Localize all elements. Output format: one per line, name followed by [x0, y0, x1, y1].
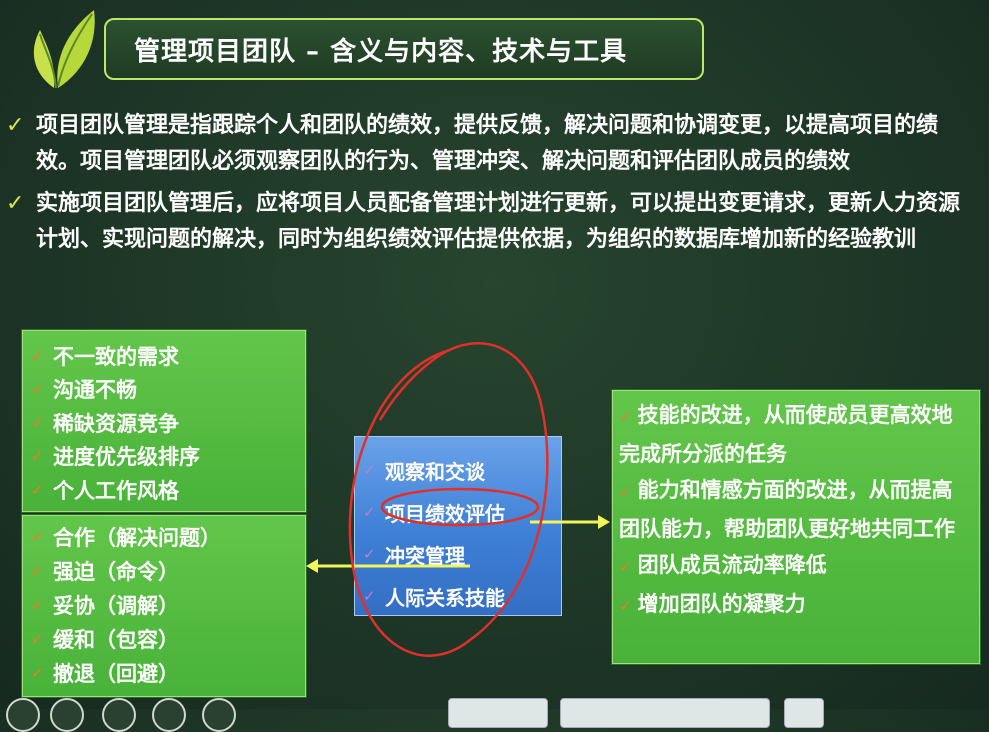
list-item-label: 强迫（命令） — [53, 560, 179, 584]
bullet-item: ✓ 项目团队管理是指跟踪个人和团队的绩效，提供反馈，解决问题和协调变更，以提高项… — [6, 108, 981, 180]
check-icon: ✓ — [31, 596, 44, 614]
list-item-label: 人际关系技能 — [385, 585, 505, 610]
check-icon: ✓ — [31, 528, 44, 546]
list-item-label: 沟通不畅 — [53, 378, 137, 403]
toolbar-button[interactable] — [448, 698, 548, 728]
check-icon: ✓ — [363, 503, 376, 521]
list-item: ✓ 进度优先级排序 — [23, 440, 305, 474]
check-icon: ✓ — [6, 191, 25, 216]
check-icon: ✓ — [31, 630, 44, 648]
check-icon: ✓ — [31, 664, 44, 682]
leaf-logo-icon — [33, 10, 95, 89]
list-item-label: 个人工作风格 — [53, 478, 179, 503]
list-item: ✓ 撤退（回避） — [23, 656, 305, 690]
check-icon: ✓ — [619, 596, 632, 615]
list-item-label: 合作（解决问题） — [53, 526, 221, 550]
toolbar-button[interactable] — [784, 698, 824, 728]
title-box: 管理项目团队 – 含义与内容、技术与工具 — [104, 18, 704, 80]
list-item: ✓ 技能的改进，从而使成员更高效地完成所分派的任务 — [619, 397, 971, 472]
list-item: ✓ 增加团队的凝聚力 — [619, 586, 971, 625]
nav-button[interactable] — [102, 698, 136, 732]
list-item: ✓ 项目绩效评估 — [355, 491, 561, 533]
check-icon: ✓ — [31, 413, 44, 432]
nav-button[interactable] — [6, 698, 40, 732]
bullet-item: ✓ 实施项目团队管理后，应将项目人员配备管理计划进行更新，可以提出变更请求，更新… — [6, 186, 981, 258]
check-icon: ✓ — [31, 447, 44, 466]
list-item-label: 团队成员流动率降低 — [637, 553, 827, 577]
conflict-resolution-box: ✓ 合作（解决问题） ✓ 强迫（命令） ✓ 妥协（调解） ✓ 缓和（包容） ✓ 撤退（回避… — [22, 515, 306, 697]
list-item: ✓ 稀缺资源竞争 — [23, 406, 305, 440]
list-item: ✓ 沟通不畅 — [23, 373, 305, 407]
check-icon: ✓ — [363, 587, 376, 605]
bullet-text: 实施项目团队管理后，应将项目人员配备管理计划进行更新，可以提出变更请求，更新人力… — [36, 191, 961, 252]
outcomes-box: ✓ 技能的改进，从而使成员更高效地完成所分派的任务 ✓ 能力和情感方面的改进，从而提… — [612, 390, 980, 664]
check-icon: ✓ — [31, 346, 44, 365]
check-icon: ✓ — [31, 380, 44, 399]
list-item: ✓ 能力和情感方面的改进，从而提高团队能力，帮助团队更好地共同工作 — [619, 472, 971, 547]
bullet-list: ✓ 项目团队管理是指跟踪个人和团队的绩效，提供反馈，解决问题和协调变更，以提高项… — [6, 108, 981, 264]
nav-button[interactable] — [202, 698, 236, 732]
list-item: ✓ 观察和交谈 — [355, 449, 561, 491]
list-item-label: 进度优先级排序 — [53, 445, 200, 470]
list-item: ✓ 人际关系技能 — [355, 575, 561, 617]
check-icon: ✓ — [31, 562, 44, 580]
list-item: ✓ 不一致的需求 — [23, 339, 305, 373]
list-item-label: 冲突管理 — [385, 543, 465, 568]
page-title: 管理项目团队 – 含义与内容、技术与工具 — [134, 36, 628, 67]
list-item-label: 不一致的需求 — [53, 344, 179, 369]
list-item: ✓ 团队成员流动率降低 — [619, 547, 971, 586]
list-item-label: 技能的改进，从而使成员更高效地完成所分派的任务 — [619, 403, 953, 466]
nav-button[interactable] — [50, 698, 84, 732]
nav-button[interactable] — [152, 698, 186, 732]
list-item: ✓ 妥协（调解） — [23, 588, 305, 622]
bullet-text: 项目团队管理是指跟踪个人和团队的绩效，提供反馈，解决问题和协调变更，以提高项目的… — [36, 113, 939, 174]
list-item-label: 妥协（调解） — [53, 594, 179, 618]
check-icon: ✓ — [363, 461, 376, 479]
check-icon: ✓ — [619, 408, 632, 426]
list-item-label: 能力和情感方面的改进，从而提高团队能力，帮助团队更好地共同工作 — [619, 478, 955, 541]
list-item: ✓ 个人工作风格 — [23, 473, 305, 507]
check-icon: ✓ — [619, 558, 632, 576]
list-item: ✓ 强迫（命令） — [23, 554, 305, 588]
conflict-sources-box: ✓ 不一致的需求 ✓ 沟通不畅 ✓ 稀缺资源竞争 ✓ 进度优先级排序 ✓ 个人工作风格 — [22, 330, 306, 512]
check-icon: ✓ — [363, 545, 376, 563]
check-icon: ✓ — [31, 480, 44, 499]
list-item: ✓ 合作（解决问题） — [23, 520, 305, 554]
toolbar-button[interactable] — [560, 698, 770, 728]
list-item-label: 缓和（包容） — [53, 628, 179, 652]
list-item-label: 观察和交谈 — [385, 459, 485, 484]
list-item-label: 撤退（回避） — [53, 662, 179, 686]
list-item-label: 项目绩效评估 — [385, 501, 505, 526]
check-icon: ✓ — [619, 483, 632, 501]
list-item-label: 增加团队的凝聚力 — [637, 591, 806, 616]
list-item: ✓ 冲突管理 — [355, 533, 561, 575]
tools-techniques-box: ✓ 观察和交谈 ✓ 项目绩效评估 ✓ 冲突管理 ✓ 人际关系技能 — [354, 436, 562, 616]
check-icon: ✓ — [6, 113, 25, 138]
presentation-toolbar — [0, 694, 989, 732]
list-item: ✓ 缓和（包容） — [23, 622, 305, 656]
list-item-label: 稀缺资源竞争 — [53, 411, 179, 436]
